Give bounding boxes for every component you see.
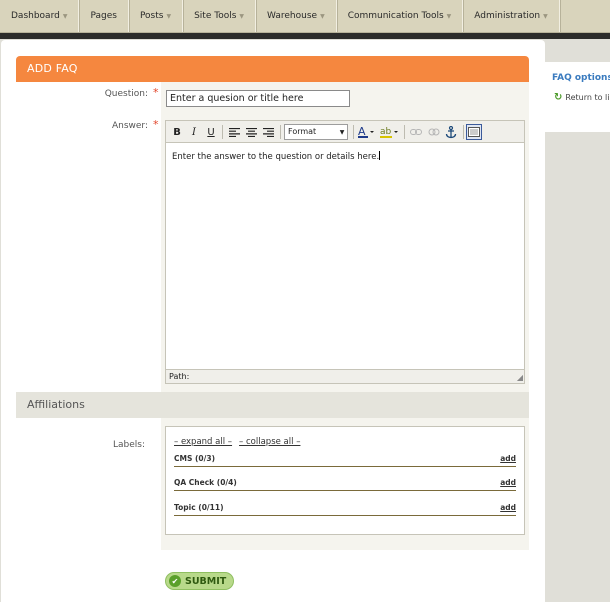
faq-form: Question: * Enter a quesion or title her…: [16, 82, 529, 392]
chevron-down-icon: ▼: [446, 12, 452, 20]
required-marker: *: [153, 86, 159, 99]
underline-icon[interactable]: U: [203, 124, 219, 140]
question-label: Question:: [104, 89, 148, 99]
label-group-name[interactable]: CMS (0/3): [174, 454, 215, 463]
editor-content[interactable]: Enter the answer to the question or deta…: [166, 143, 524, 369]
format-label: Format: [288, 127, 317, 136]
nav-item-administration[interactable]: Administration ▼: [463, 0, 560, 32]
chevron-down-icon: ▼: [320, 12, 325, 20]
format-select[interactable]: Format ▼: [284, 124, 348, 140]
text-caret: [379, 151, 381, 160]
answer-text: Enter the answer to the question or deta…: [172, 152, 380, 162]
nav-item-pages[interactable]: Pages: [79, 0, 129, 32]
submit-button[interactable]: ✔ SUBMIT: [165, 572, 234, 590]
main-panel: ADD FAQ Question: * Enter a quesion or t…: [1, 40, 545, 602]
nav-label: Warehouse: [267, 11, 318, 21]
svg-text:ab: ab: [380, 127, 392, 137]
labels-box: – expand all – – collapse all – CMS (0/3)…: [165, 426, 525, 535]
nav-label: Communication Tools: [347, 11, 444, 21]
top-nav: Dashboard ▼ Pages Posts ▼ Site Tools ▼ Ware…: [0, 0, 610, 33]
faq-options-sidebar: FAQ options ↻ Return to li: [545, 62, 610, 132]
background-color-icon[interactable]: ab: [378, 124, 400, 140]
text-color-icon[interactable]: A: [356, 124, 376, 140]
toolbar-separator: [353, 125, 354, 139]
expand-all-link[interactable]: – expand all –: [174, 437, 232, 447]
submit-label: SUBMIT: [185, 575, 227, 587]
answer-editor: B I U Format ▼ A ab Enter the answer to …: [165, 120, 525, 384]
return-arrow-icon: ↻: [554, 92, 563, 103]
chevron-down-icon: ▼: [339, 128, 345, 136]
nav-item-communication-tools[interactable]: Communication Tools ▼: [337, 0, 464, 32]
label-group-name[interactable]: Topic (0/11): [174, 503, 224, 512]
affiliations-section: Labels: – expand all – – collapse all – C…: [16, 418, 529, 550]
chevron-down-icon: ▼: [62, 12, 68, 20]
editor-status-bar: Path: ◢: [166, 369, 524, 383]
toolbar-separator: [222, 125, 223, 139]
path-label: Path:: [169, 372, 190, 381]
return-label: Return to li: [565, 93, 610, 102]
toolbar-separator: [404, 125, 405, 139]
affiliations-header: Affiliations: [16, 392, 529, 418]
label-row-topic: Topic (0/11) add: [174, 502, 516, 516]
toolbar-separator: [280, 125, 281, 139]
submit-area: ✔ SUBMIT: [16, 550, 529, 602]
nav-item-site-tools[interactable]: Site Tools ▼: [183, 0, 257, 32]
header-divider: [0, 33, 610, 39]
label-group-name[interactable]: QA Check (0/4): [174, 478, 237, 487]
italic-icon[interactable]: I: [186, 124, 202, 140]
label-row-qa-check: QA Check (0/4) add: [174, 477, 516, 491]
nav-label: Posts: [139, 11, 164, 21]
code-icon[interactable]: [466, 124, 482, 140]
chevron-down-icon: ▼: [543, 12, 548, 20]
answer-label: Answer:: [111, 121, 148, 131]
add-faq-header: ADD FAQ: [16, 56, 529, 82]
chevron-down-icon: ▼: [239, 12, 245, 20]
question-input[interactable]: Enter a quesion or title here: [166, 90, 350, 107]
add-link[interactable]: add: [500, 454, 516, 463]
anchor-icon[interactable]: [443, 124, 459, 140]
editor-toolbar: B I U Format ▼ A ab: [166, 121, 524, 143]
nav-filler: [560, 0, 610, 32]
resize-handle-icon[interactable]: ◢: [517, 373, 523, 382]
check-icon: ✔: [169, 575, 181, 587]
nav-label: Pages: [90, 11, 117, 21]
label-row-cms: CMS (0/3) add: [174, 453, 516, 467]
nav-label: Site Tools: [194, 11, 237, 21]
align-left-icon[interactable]: [226, 124, 242, 140]
nav-label: Administration: [474, 11, 541, 21]
toolbar-separator: [463, 125, 464, 139]
add-link[interactable]: add: [500, 503, 516, 512]
sidebar-title: FAQ options: [552, 73, 610, 83]
link-icon[interactable]: [408, 124, 424, 140]
collapse-all-link[interactable]: – collapse all –: [239, 437, 300, 447]
chevron-down-icon: ▼: [166, 12, 172, 20]
add-link[interactable]: add: [500, 478, 516, 487]
nav-label: Dashboard: [11, 11, 60, 21]
nav-item-posts[interactable]: Posts ▼: [129, 0, 184, 32]
align-right-icon[interactable]: [260, 124, 276, 140]
expand-collapse-links: – expand all – – collapse all –: [174, 437, 307, 447]
nav-item-warehouse[interactable]: Warehouse ▼: [256, 0, 337, 32]
unlink-icon[interactable]: [426, 124, 442, 140]
required-marker: *: [153, 118, 159, 131]
bold-icon[interactable]: B: [169, 124, 185, 140]
return-to-list-link[interactable]: ↻ Return to li: [554, 92, 610, 103]
nav-item-dashboard[interactable]: Dashboard ▼: [0, 0, 80, 32]
align-center-icon[interactable]: [243, 124, 259, 140]
labels-label: Labels:: [112, 440, 145, 450]
